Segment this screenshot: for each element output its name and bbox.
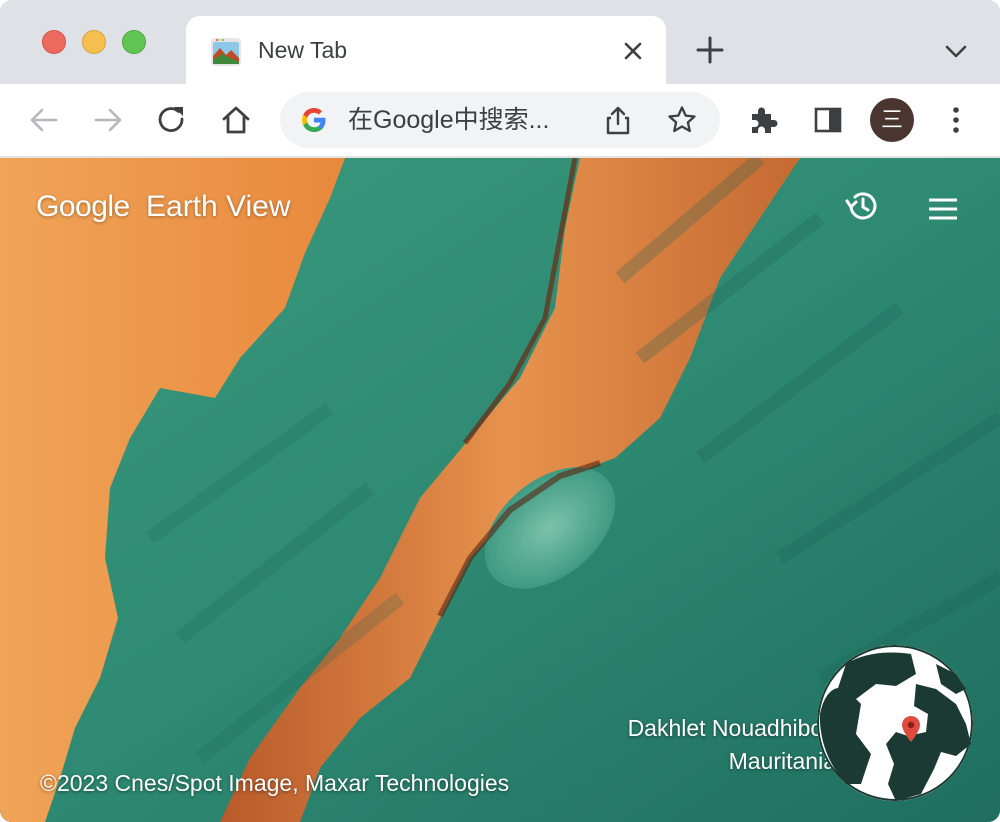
tab-search-chevron-icon[interactable]: [940, 38, 972, 64]
kebab-menu-icon[interactable]: [938, 102, 974, 138]
tab-new-tab[interactable]: New Tab: [186, 16, 666, 84]
new-tab-icon[interactable]: [694, 34, 726, 66]
side-panel-icon[interactable]: [810, 102, 846, 138]
tab-title: New Tab: [258, 37, 348, 63]
share-icon[interactable]: [602, 104, 634, 136]
earth-view-favicon-icon: [211, 38, 241, 66]
earth-view-title[interactable]: Earth View: [146, 190, 291, 224]
google-logo-text[interactable]: Google: [36, 190, 130, 224]
history-icon[interactable]: [844, 188, 880, 224]
back-icon[interactable]: [26, 102, 62, 138]
close-window-button[interactable]: [42, 30, 66, 54]
copyright-text: ©2023 Cnes/Spot Image, Maxar Technologie…: [40, 770, 510, 796]
hamburger-menu-icon[interactable]: [926, 194, 960, 224]
profile-avatar[interactable]: 三: [870, 98, 914, 142]
tab-strip: New Tab: [0, 0, 1000, 84]
location-name: Dakhlet Nouadhibou: [627, 715, 836, 741]
location-label[interactable]: Dakhlet Nouadhibou Mauritania: [560, 706, 836, 786]
home-icon[interactable]: [218, 102, 254, 138]
minimize-window-button[interactable]: [82, 30, 106, 54]
extensions-icon[interactable]: [746, 102, 782, 138]
earth-view-page: Google Earth View Dakhlet Nouadhibou Mau…: [0, 158, 1000, 822]
forward-icon[interactable]: [90, 102, 126, 138]
google-g-icon: [302, 108, 326, 132]
reload-icon[interactable]: [154, 102, 190, 138]
browser-toolbar: 在Google中搜索... 三: [0, 84, 1000, 158]
zoom-window-button[interactable]: [122, 30, 146, 54]
browser-window: New Tab 在Google中搜索... 三 Google Earth Vie…: [0, 0, 1000, 822]
close-tab-icon[interactable]: [618, 36, 648, 66]
bookmark-star-icon[interactable]: [666, 104, 698, 136]
address-bar-placeholder: 在Google中搜索...: [348, 106, 550, 134]
address-bar[interactable]: 在Google中搜索...: [280, 92, 720, 148]
globe-icon[interactable]: [816, 644, 974, 802]
location-country: Mauritania: [728, 748, 836, 774]
